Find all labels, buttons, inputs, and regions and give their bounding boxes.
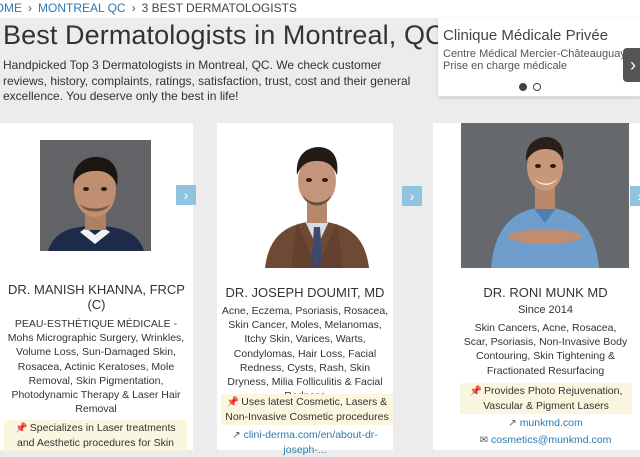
doctor-highlight: 📌 Provides Photo Rejuvenation, Vascular &… — [460, 383, 632, 414]
doctor-website[interactable]: ↗ clini-derma.com/en/about-dr-joseph-... — [217, 428, 393, 457]
doctor-specialties: Skin Cancers, Acne, Rosacea, Scar, Psori… — [463, 322, 628, 377]
external-link-icon: ↗ — [508, 418, 517, 429]
doctor-card-doumit: › DR. JOSEPH DOUMIT, MD Acne, Eczema, Ps… — [217, 123, 422, 456]
doctor-email[interactable]: ✉ cosmetics@munkmd.com — [463, 433, 628, 448]
doctor-name[interactable]: DR. RONI MUNK MD — [463, 285, 628, 300]
intro-text: Handpicked Top 3 Dermatologists in Montr… — [3, 58, 411, 103]
breadcrumb: HOME › MONTREAL QC › 3 BEST DERMATOLOGISTS — [0, 0, 640, 18]
doctor-card-munk: › DR. RONI MUNK MD Since 2014 Skin Cance… — [433, 123, 640, 450]
breadcrumb-current: 3 BEST DERMATOLOGISTS — [141, 1, 297, 15]
external-link-icon: ↗ — [232, 430, 241, 441]
pin-icon: 📌 — [226, 397, 240, 408]
doctor-highlight: 📌 Uses latest Cosmetic, Lasers & Non-Inva… — [221, 394, 393, 425]
ad-next-button[interactable]: › — [623, 48, 640, 82]
highlight-text: Provides Photo Rejuvenation, Vascular & … — [483, 385, 623, 412]
doctor-website[interactable]: ↗ munkmd.com — [463, 416, 628, 431]
pin-icon: 📌 — [15, 423, 28, 434]
next-arrow-button[interactable]: › — [176, 185, 196, 205]
doctor-photo-munk[interactable] — [461, 123, 629, 268]
carousel-dots — [519, 78, 547, 96]
doctor-photo-khanna[interactable] — [40, 140, 151, 251]
mail-icon: ✉ — [479, 435, 489, 446]
carousel-dot-1[interactable] — [519, 83, 527, 91]
ad-line-2: Prise en charge médicale — [443, 60, 568, 72]
website-link[interactable]: munkmd.com — [520, 417, 583, 429]
breadcrumb-home-link[interactable]: HOME — [0, 0, 22, 16]
email-link[interactable]: cosmetics@munkmd.com — [491, 434, 611, 446]
page-title: Best Dermatologists in Montreal, QC — [3, 20, 445, 50]
carousel-dot-2[interactable] — [533, 83, 541, 91]
doctor-name[interactable]: DR. MANISH KHANNA, FRCP (C) — [4, 282, 189, 312]
doctor-since: Since 2014 — [517, 304, 574, 316]
ad-title[interactable]: Clinique Médicale Privée — [443, 27, 608, 44]
doctor-specialties: Acne, Eczema, Psoriasis, Rosacea, Skin C… — [221, 305, 389, 402]
doctor-name[interactable]: DR. JOSEPH DOUMIT, MD — [217, 285, 393, 300]
website-link[interactable]: clini-derma.com/en/about-dr-joseph-... — [244, 429, 378, 456]
ad-carousel[interactable]: Clinique Médicale Privée Centre Médical … — [438, 18, 640, 97]
doctor-photo-doumit[interactable] — [261, 123, 373, 268]
doctor-card-khanna: › DR. MANISH KHANNA, FRCP (C) PEAU-ESTHÉ… — [0, 123, 196, 451]
next-arrow-button[interactable]: › — [402, 186, 422, 206]
breadcrumb-separator: › — [28, 1, 32, 15]
next-arrow-button[interactable]: › — [630, 186, 640, 206]
pin-icon: 📌 — [469, 386, 483, 397]
doctor-specialties: PEAU-ESTHÉTIQUE MÉDICALE - Mohs Microgra… — [7, 318, 185, 416]
doctor-highlight: 📌 Specializes in Laser treatments and Aes… — [4, 420, 187, 451]
highlight-text: Specializes in Laser treatments and Aest… — [16, 422, 176, 449]
breadcrumb-separator: › — [131, 1, 136, 15]
ad-line-1: Centre Médical Mercier-Châteauguay — [443, 48, 626, 60]
breadcrumb-city-link[interactable]: MONTREAL QC — [38, 0, 126, 16]
highlight-text: Uses latest Cosmetic, Lasers & Non-Invas… — [225, 396, 389, 423]
